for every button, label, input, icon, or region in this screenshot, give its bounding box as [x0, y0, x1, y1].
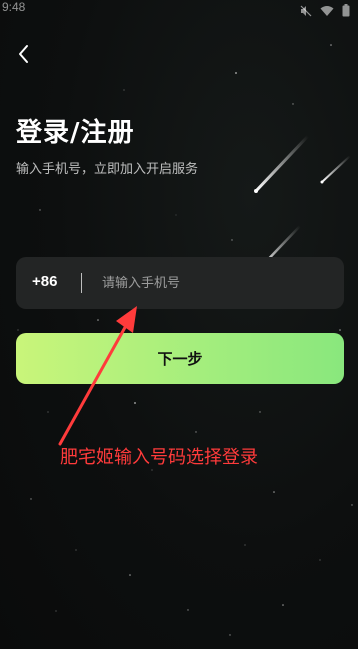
meteor-streak	[254, 134, 310, 193]
country-code-selector[interactable]: +86	[32, 273, 57, 290]
login-screen: 9:48 登录/注册 输入手机号，立即加入开启服务 +86 请输入手机号 下一步…	[0, 0, 358, 649]
annotation-text: 肥宅姬输入号码选择登录	[60, 447, 258, 468]
phone-input-row: +86	[16, 257, 344, 309]
mute-icon	[300, 2, 312, 21]
battery-icon	[342, 2, 350, 21]
chevron-left-icon	[19, 45, 28, 63]
status-time: 9:48	[2, 0, 26, 14]
page-subtitle: 输入手机号，立即加入开启服务	[16, 162, 199, 177]
starfield-background	[17, 44, 353, 636]
annotation-arrow	[58, 306, 137, 446]
back-button[interactable]	[10, 40, 38, 68]
meteor-streak	[320, 155, 351, 184]
status-bar: 9:48	[0, 0, 358, 20]
divider	[81, 273, 82, 293]
next-button[interactable]: 下一步	[16, 333, 344, 384]
status-icons	[300, 2, 350, 21]
wifi-icon	[320, 2, 334, 21]
page-title: 登录/注册	[16, 118, 135, 148]
phone-number-input[interactable]	[102, 269, 332, 297]
